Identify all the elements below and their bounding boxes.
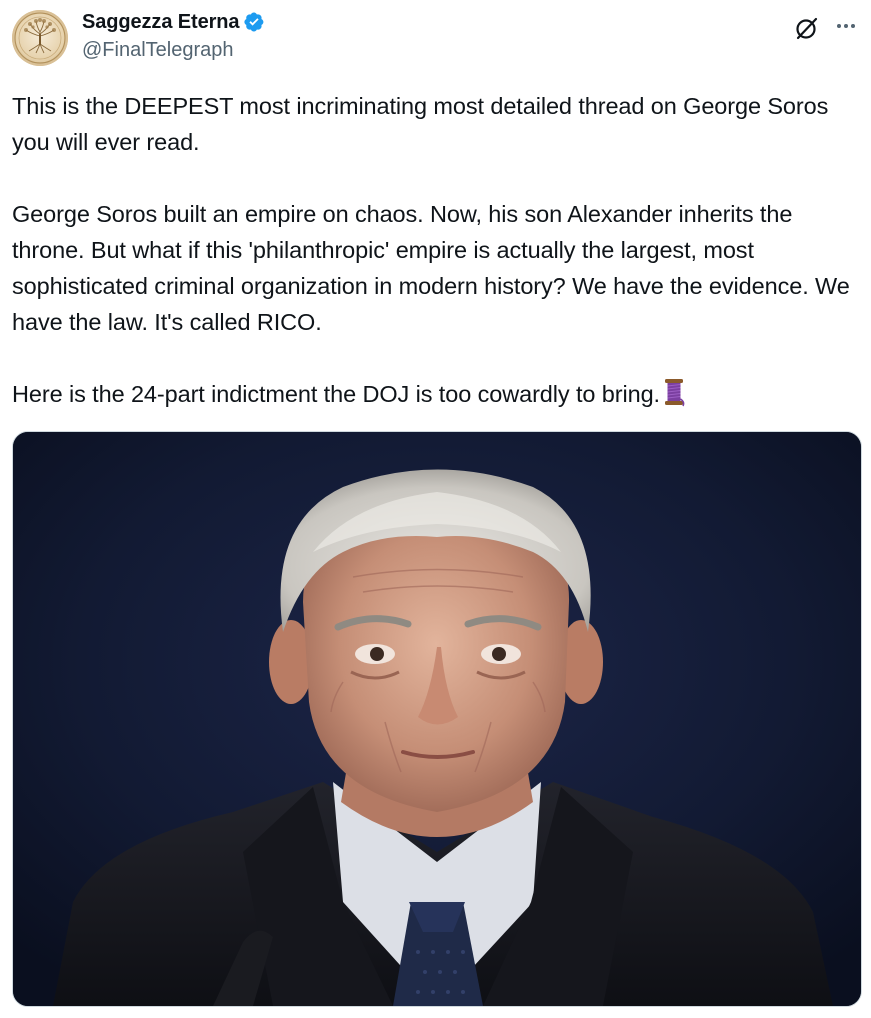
tweet-paragraph-3-text: Here is the 24-part indictment the DOJ i… xyxy=(12,381,660,407)
display-name[interactable]: Saggezza Eterna xyxy=(82,11,240,34)
more-options-icon[interactable] xyxy=(830,12,862,40)
tweet-media-photo[interactable] xyxy=(12,431,862,1007)
tweet-paragraph-3: Here is the 24-part indictment the DOJ i… xyxy=(12,376,862,412)
grok-icon[interactable] xyxy=(793,14,821,42)
display-name-row: Saggezza Eterna xyxy=(82,8,265,36)
thread-spool-emoji-icon xyxy=(661,377,687,407)
tweet-header: Saggezza Eterna @FinalTelegraph xyxy=(12,8,862,66)
tweet-text: This is the DEEPEST most incriminating m… xyxy=(12,88,862,412)
author-names: Saggezza Eterna @FinalTelegraph xyxy=(82,8,265,62)
avatar[interactable] xyxy=(12,10,68,66)
tweet-paragraph-1: This is the DEEPEST most incriminating m… xyxy=(12,93,829,155)
tweet-paragraph-2: George Soros built an empire on chaos. N… xyxy=(12,201,850,335)
portrait-illustration xyxy=(13,432,861,1006)
tree-of-life-icon xyxy=(14,12,66,64)
author-handle[interactable]: @FinalTelegraph xyxy=(82,38,265,62)
verified-badge-icon[interactable] xyxy=(243,11,265,33)
